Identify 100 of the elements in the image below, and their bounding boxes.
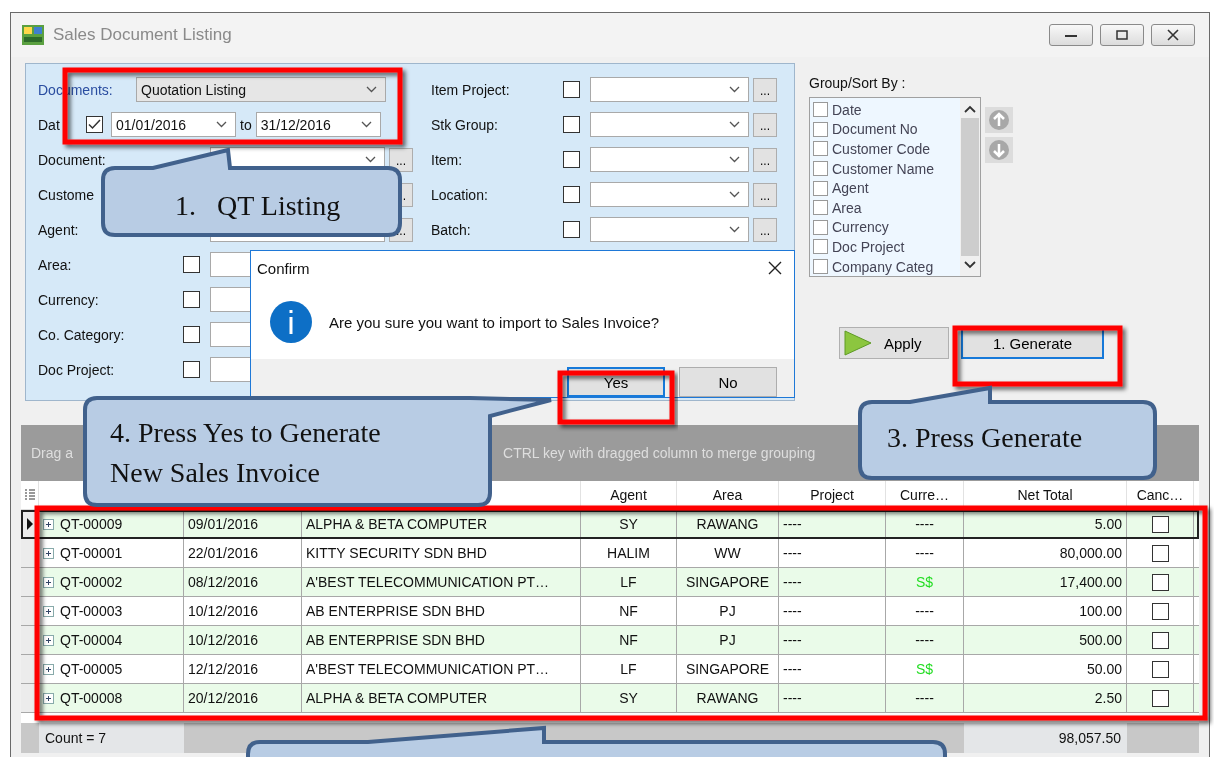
count-summary: Count = 7 xyxy=(39,723,184,753)
table-cell: ---- xyxy=(779,626,886,654)
list-item[interactable]: Currency xyxy=(832,219,889,236)
list-item[interactable]: Customer Name xyxy=(832,160,934,177)
field-label: Dat xyxy=(38,116,61,133)
group-sort-label: Group/Sort By : xyxy=(809,75,907,91)
table-cell: ---- xyxy=(779,510,886,538)
table-cell: A'BEST TELECOMMUNICATION PT… xyxy=(302,568,581,596)
table-cell: 10/12/2016 xyxy=(184,597,302,625)
range-label: to xyxy=(240,116,252,133)
table-cell: QT-00004 xyxy=(39,626,184,654)
column-header[interactable]: Net Total xyxy=(964,481,1127,509)
list-item[interactable]: Company Categ xyxy=(832,258,934,275)
table-cell: QT-00009 xyxy=(39,510,184,538)
table-cell: S$ xyxy=(886,655,964,683)
dialog-message: Are you sure you want to import to Sales Invoice? xyxy=(329,313,660,331)
column-header[interactable]: Canc… xyxy=(1127,481,1194,509)
table-cell: 09/01/2016 xyxy=(184,510,302,538)
table-cell: KITTY SECURITY SDN BHD xyxy=(302,539,581,567)
table-cell: 5.00 xyxy=(964,510,1127,538)
table-cell: ---- xyxy=(779,597,886,625)
table-cell: 17,400.00 xyxy=(964,568,1127,596)
table-cell: QT-00005 xyxy=(39,655,184,683)
table-cell: HALIM xyxy=(581,539,677,567)
browse-button[interactable]: ... xyxy=(753,217,777,242)
browse-button[interactable]: ... xyxy=(389,147,413,172)
table-cell: ---- xyxy=(779,568,886,596)
table-cell: 500.00 xyxy=(964,626,1127,654)
table-cell: LF xyxy=(581,568,677,596)
browse-button[interactable]: ... xyxy=(753,147,777,172)
list-item[interactable]: Doc Project xyxy=(832,238,905,255)
table-cell: 22/01/2016 xyxy=(184,539,302,567)
table-cell: NF xyxy=(581,626,677,654)
field-label: Currency: xyxy=(38,291,100,308)
table-cell: SINGAPORE xyxy=(677,568,779,596)
callout-text: 3. Press Generate xyxy=(887,421,1083,455)
list-item[interactable]: Agent xyxy=(832,180,869,197)
table-cell: WW xyxy=(677,539,779,567)
table-cell: ---- xyxy=(779,684,886,712)
field-label: Item: xyxy=(431,151,464,168)
table-row[interactable]: QT-00008 20/12/2016 ALPHA & BETA COMPUTER SY RAWANG ---- ---- 2.50 xyxy=(21,684,1199,713)
table-row[interactable]: QT-00004 10/12/2016 AB ENTERPRISE SDN BHD NF PJ ---- ---- 500.00 xyxy=(21,626,1199,655)
apply-button[interactable]: Apply xyxy=(839,327,949,359)
table-cell: SINGAPORE xyxy=(677,655,779,683)
table-cell: ---- xyxy=(779,539,886,567)
group-hint-text: Drag a xyxy=(31,445,74,461)
list-item[interactable]: Date xyxy=(832,101,862,118)
table-cell: ---- xyxy=(886,597,964,625)
table-cell: QT-00001 xyxy=(39,539,184,567)
documents-dropdown[interactable]: Quotation Listing xyxy=(136,77,386,102)
table-cell: 10/12/2016 xyxy=(184,626,302,654)
table-cell: 2.50 xyxy=(964,684,1127,712)
table-row[interactable]: QT-00009 09/01/2016 ALPHA & BETA COMPUTER SY RAWANG ---- ---- 5.00 xyxy=(21,510,1199,539)
table-cell: 12/12/2016 xyxy=(184,655,302,683)
table-cell: SY xyxy=(581,684,677,712)
field-label: Stk Group: xyxy=(431,116,499,133)
dialog-title: Confirm xyxy=(257,259,310,277)
table-cell: PJ xyxy=(677,597,779,625)
table-cell: ---- xyxy=(886,539,964,567)
table-cell: LF xyxy=(581,655,677,683)
table-cell: ALPHA & BETA COMPUTER xyxy=(302,684,581,712)
table-cell: A'BEST TELECOMMUNICATION PT… xyxy=(302,655,581,683)
column-header[interactable]: Project xyxy=(779,481,886,509)
date-picker[interactable]: 01/01/2016 xyxy=(111,112,236,137)
field-label: Agent: xyxy=(38,221,80,238)
group-hint-text: CTRL key with dragged column to merge grouping xyxy=(503,445,816,461)
table-cell: 80,000.00 xyxy=(964,539,1127,567)
field-label: Doc Project: xyxy=(38,361,116,378)
table-cell: ---- xyxy=(886,626,964,654)
group-sort-list[interactable]: Date Document No Customer Code Customer Name Agent Area Currency Doc Project Company Categ xyxy=(809,97,981,277)
window-title: Sales Document Listing xyxy=(53,25,232,45)
list-item[interactable]: Document No xyxy=(832,121,918,138)
field-label: Location: xyxy=(431,186,489,203)
browse-button[interactable]: ... xyxy=(753,112,777,137)
table-row[interactable]: QT-00002 08/12/2016 A'BEST TELECOMMUNICATION PT… LF SINGAPORE ---- S$ 17,400.00 xyxy=(21,568,1199,597)
field-label: Item Project: xyxy=(431,81,511,98)
table-cell: SY xyxy=(581,510,677,538)
field-label: Document: xyxy=(38,151,107,168)
table-cell: ---- xyxy=(886,510,964,538)
table-cell: 100.00 xyxy=(964,597,1127,625)
column-header[interactable]: Area xyxy=(677,481,779,509)
browse-button[interactable]: ... xyxy=(753,77,777,102)
dialog-button[interactable]: No xyxy=(679,367,777,397)
list-item[interactable]: Customer Code xyxy=(832,141,931,157)
list-item[interactable]: Area xyxy=(832,199,862,216)
table-cell: NF xyxy=(581,597,677,625)
table-cell: RAWANG xyxy=(677,510,779,538)
table-cell: AB ENTERPRISE SDN BHD xyxy=(302,597,581,625)
date-picker[interactable]: 31/12/2016 xyxy=(255,112,381,137)
table-cell: QT-00008 xyxy=(39,684,184,712)
table-cell: QT-00003 xyxy=(39,597,184,625)
column-header[interactable]: Agent xyxy=(581,481,677,509)
table-cell: 08/12/2016 xyxy=(184,568,302,596)
table-cell: ALPHA & BETA COMPUTER xyxy=(302,510,581,538)
browse-button[interactable]: ... xyxy=(753,182,777,207)
table-cell: ---- xyxy=(886,684,964,712)
table-cell: 20/12/2016 xyxy=(184,684,302,712)
column-header[interactable]: Curre… xyxy=(886,481,964,509)
field-label: Batch: xyxy=(431,221,472,238)
field-label: Area: xyxy=(38,256,73,273)
